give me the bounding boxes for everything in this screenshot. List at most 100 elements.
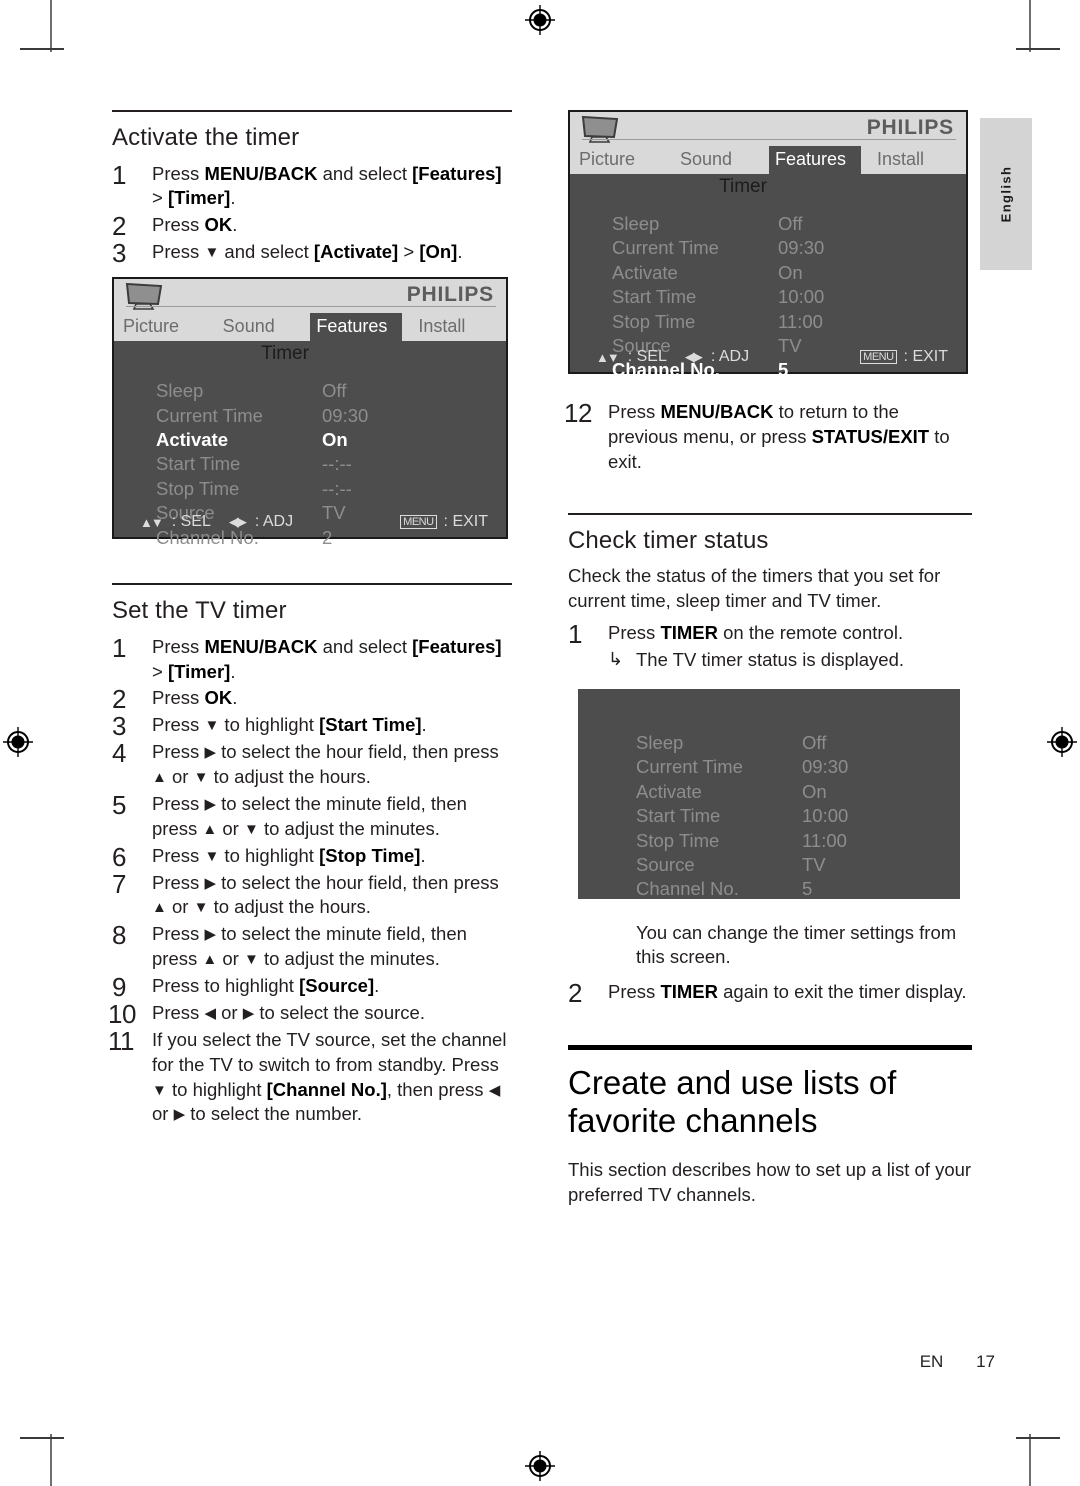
osd-row-activate: Activate On <box>636 780 960 804</box>
osd-row-current-time: Current Time 09:30 <box>636 755 960 779</box>
osd-row-activate[interactable]: Activate On <box>156 428 506 452</box>
list-item: 1 Press MENU/BACK and select [Features] … <box>112 160 512 212</box>
tv-icon <box>579 115 621 150</box>
list-item: 2 Press TIMER again to exit the timer di… <box>568 978 972 1008</box>
step-number: 4 <box>112 738 127 769</box>
osd-row-current-time[interactable]: Current Time 09:30 <box>156 404 506 428</box>
osd-tab-sound[interactable]: Sound <box>211 313 311 341</box>
list-item: 6 Press ▼ to highlight [Stop Time]. <box>112 842 512 872</box>
osd-row-label: Stop Time <box>156 477 240 499</box>
osd-tab-features[interactable]: Features <box>769 146 861 174</box>
osd-row-stop-time[interactable]: Stop Time --:-- <box>156 477 506 501</box>
step-text: Press ▼ and select [Activate] > [On]. <box>152 241 463 263</box>
step-text: Press OK. <box>152 687 238 709</box>
osd-row-start-time: Start Time 10:00 <box>636 804 960 828</box>
steps-activate-timer: 1 Press MENU/BACK and select [Features] … <box>112 160 512 269</box>
osd-row-label: Sleep <box>156 380 204 402</box>
step-number: 5 <box>112 789 127 820</box>
osd-row-sleep[interactable]: Sleep Off <box>612 212 966 236</box>
osd-tab-features[interactable]: Features <box>310 313 403 342</box>
osd-row-stop-time: Stop Time 11:00 <box>636 829 960 853</box>
left-right-arrows-icon: ◀▶ <box>684 349 703 364</box>
list-item: 12 Press MENU/BACK to return to the prev… <box>564 398 972 475</box>
osd-row-label: Activate <box>156 428 228 450</box>
osd-row-label: Start Time <box>636 805 721 827</box>
crop-mark-top-right-v <box>1029 0 1031 52</box>
osd-row-value: On <box>322 428 348 450</box>
registration-mark-bottom <box>524 1450 556 1482</box>
osd-row-sleep: Sleep Off <box>636 731 960 755</box>
page-footer: EN 17 <box>0 1352 1080 1372</box>
step-text: Press to highlight [Source]. <box>152 975 380 997</box>
osd-row-start-time[interactable]: Start Time --:-- <box>156 452 506 476</box>
osd-hint-select: ▲▼ : SEL <box>596 348 667 366</box>
osd-hint-exit: MENU : EXIT <box>400 513 488 531</box>
osd-row-label: Source <box>636 853 695 875</box>
osd-hint-select-label: : SEL <box>627 348 667 365</box>
osd-submenu-title: Timer <box>261 343 309 365</box>
osd-row-start-time[interactable]: Start Time 10:00 <box>612 285 966 309</box>
divider-activate-timer <box>112 110 512 112</box>
footer-language-code: EN <box>919 1352 944 1371</box>
osd-row-label: Current Time <box>156 404 263 426</box>
osd-screenshot-set-tv-timer: PHILIPS Picture Sound Features Install T… <box>568 110 968 380</box>
crop-mark-top-left-v <box>50 0 52 52</box>
steps-check-timer-status: 1 Press TIMER on the remote control. <box>568 619 972 649</box>
step-text: If you select the TV source, set the cha… <box>152 1028 507 1125</box>
step-text: Press OK. <box>152 214 238 236</box>
list-item: 4 Press ▶ to select the hour field, then… <box>112 738 512 790</box>
osd-row-value: TV <box>802 853 826 875</box>
step-text: Press ▶ to select the hour field, then p… <box>152 741 499 788</box>
osd-footer-hints: ▲▼ : SEL ◀▶ : ADJ MENU : EXIT <box>570 348 966 366</box>
right-column: PHILIPS Picture Sound Features Install T… <box>564 110 972 1216</box>
list-item: 3 Press ▼ and select [Activate] > [On]. <box>112 238 512 268</box>
list-item: 9 Press to highlight [Source]. <box>112 972 512 1002</box>
osd-row-label: Activate <box>636 780 702 802</box>
divider-check-timer-status <box>568 512 972 515</box>
up-down-arrows-icon: ▲▼ <box>596 349 620 365</box>
note-change-timer-settings: You can change the timer settings from t… <box>636 921 957 968</box>
osd-hint-select-label: : SEL <box>171 513 211 531</box>
osd-row-value: 09:30 <box>778 237 825 259</box>
osd-tab-bar: Picture Sound Features Install <box>114 313 506 342</box>
osd-footer-hints: ▲▼ : SEL ◀▶ : ADJ MENU : EXIT <box>114 513 506 531</box>
osd-row-sleep[interactable]: Sleep Off <box>156 379 506 403</box>
crop-mark-bottom-right-v <box>1029 1434 1031 1486</box>
osd-row-label: Current Time <box>612 237 719 259</box>
osd-tab-bar: Picture Sound Features Install <box>570 146 966 174</box>
osd-tab-install[interactable]: Install <box>402 313 506 341</box>
osd-tab-install[interactable]: Install <box>861 146 966 174</box>
heading-set-the-tv-timer: Set the TV timer <box>112 597 287 625</box>
osd-tab-picture[interactable]: Picture <box>114 313 211 341</box>
osd-row-label: Sleep <box>636 731 684 753</box>
osd-row-label: Stop Time <box>636 829 720 851</box>
osd-row-value: Off <box>802 731 827 753</box>
osd-hint-adjust: ◀▶ : ADJ <box>685 348 749 366</box>
step-text: Press ▶ to select the minute field, then… <box>152 792 467 839</box>
osd-tab-picture[interactable]: Picture <box>570 146 668 174</box>
heading-create-favorite-channels: Create and use lists of favorite channel… <box>568 1063 897 1140</box>
step-number: 11 <box>108 1025 135 1056</box>
osd-row-value: --:-- <box>322 477 352 499</box>
osd-header: PHILIPS Picture Sound Features Install <box>570 112 966 174</box>
osd-row-activate[interactable]: Activate On <box>612 261 966 285</box>
heading-activate-the-timer: Activate the timer <box>112 124 300 151</box>
osd-row-value: 11:00 <box>778 310 823 332</box>
osd-row-value: 10:00 <box>778 286 825 308</box>
divider-set-tv-timer <box>112 583 512 586</box>
list-item: 2 Press OK. <box>112 684 512 714</box>
step-number: 12 <box>564 398 592 428</box>
osd-row-label: Sleep <box>612 213 660 234</box>
paragraph-check-timer-intro: Check the status of the timers that you … <box>568 565 941 611</box>
osd-row-current-time[interactable]: Current Time 09:30 <box>612 236 966 260</box>
list-item: 11 If you select the TV source, set the … <box>108 1026 512 1128</box>
substep-timer-status-displayed: ↳ The TV timer status is displayed. <box>568 648 972 673</box>
step-text: Press ▼ to highlight [Stop Time]. <box>152 844 426 866</box>
osd-tab-sound[interactable]: Sound <box>668 146 769 174</box>
crop-mark-top-left-h <box>20 48 64 50</box>
left-right-arrows-icon: ◀▶ <box>228 514 247 530</box>
menu-key-icon: MENU <box>860 349 897 365</box>
osd-row-stop-time[interactable]: Stop Time 11:00 <box>612 310 966 334</box>
osd-row-value: Off <box>322 380 347 402</box>
step-text: Press ◀ or ▶ to select the source. <box>152 1001 425 1023</box>
